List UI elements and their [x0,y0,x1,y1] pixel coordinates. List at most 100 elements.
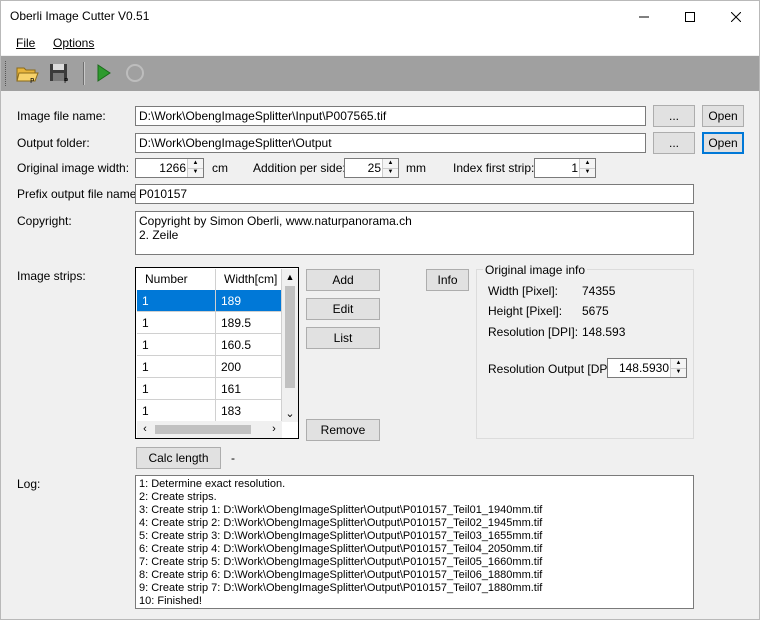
grid-header-width[interactable]: Width[cm] [216,269,282,290]
svg-text:P: P [64,77,68,84]
minimize-button[interactable] [621,1,667,32]
open-folder-icon: P [16,67,39,84]
toolbar-separator [83,62,85,85]
output-folder-input[interactable]: D:\Work\ObengImageSplitter\Output [135,133,646,153]
open-image-button[interactable]: Open [702,105,744,127]
open-file-button[interactable]: P [14,60,40,86]
list-button[interactable]: List [306,327,380,349]
orig-width-spin[interactable]: ▲ ▼ [187,159,203,177]
info-width-value: 74355 [582,284,616,298]
open-output-button[interactable]: Open [702,132,744,154]
close-button[interactable] [713,1,759,32]
cell-number[interactable]: 1 [137,400,216,422]
grid-vertical-scrollbar[interactable]: ▲ ⌄ [282,269,298,422]
log-textarea[interactable]: 1: Determine exact resolution. 2: Create… [135,475,694,609]
cell-width[interactable]: 183 [216,400,282,422]
cell-number[interactable]: 1 [137,356,216,378]
spin-down-icon[interactable]: ▼ [671,368,686,377]
log-line: 8: Create strip 6: D:\Work\ObengImageSpl… [139,569,543,581]
table-row[interactable]: 1 189.5 [137,312,282,334]
index-stepper[interactable]: 1 ▲ ▼ [534,158,596,178]
output-folder-label: Output folder: [17,136,90,150]
calc-length-result: - [231,451,235,465]
browse-image-button[interactable]: ... [653,105,695,127]
toolbar-grip[interactable] [5,61,9,86]
edit-button[interactable]: Edit [306,298,380,320]
log-line: 10: Finished! [139,595,202,607]
prefix-input[interactable]: P010157 [135,184,694,204]
table-row[interactable]: 1 189 [137,290,282,312]
orig-width-label: Original image width: [17,161,130,175]
remove-button[interactable]: Remove [306,419,380,441]
save-button[interactable]: P [47,60,73,86]
menu-options[interactable]: Options [53,36,94,50]
add-button[interactable]: Add [306,269,380,291]
menu-file-label: File [16,36,36,50]
log-line: 1: Determine exact resolution. [139,478,286,490]
calc-length-button[interactable]: Calc length [136,447,221,469]
addition-label: Addition per side: [253,161,346,175]
index-spin[interactable]: ▲ ▼ [579,159,595,177]
grid-horizontal-scrollbar[interactable]: ‹ › [137,421,282,438]
res-output-spin[interactable]: ▲ ▼ [670,359,686,377]
play-icon [97,64,111,82]
log-line: 2: Create strips. [139,491,217,503]
spin-down-icon[interactable]: ▼ [580,168,595,177]
image-file-label: Image file name: [17,109,106,123]
cell-number[interactable]: 1 [137,334,216,356]
table-row[interactable]: 1 160.5 [137,334,282,356]
spin-down-icon[interactable]: ▼ [383,168,398,177]
addition-spin[interactable]: ▲ ▼ [382,159,398,177]
table-row[interactable]: 1 183 [137,400,282,422]
table-row[interactable]: 1 200 [137,356,282,378]
orig-width-stepper[interactable]: 1266 ▲ ▼ [135,158,204,178]
spin-down-icon[interactable]: ▼ [188,168,203,177]
stop-button[interactable] [122,60,148,86]
strips-label: Image strips: [17,269,86,283]
cell-number[interactable]: 1 [137,290,216,312]
info-height-value: 5675 [582,304,609,318]
run-button[interactable] [90,60,116,86]
info-button[interactable]: Info [426,269,469,291]
menu-file[interactable]: File [16,36,35,50]
stop-icon [126,64,144,82]
title-bar: Oberli Image Cutter V0.51 [1,1,759,32]
cell-number[interactable]: 1 [137,378,216,400]
vertical-scroll-thumb[interactable] [285,286,295,388]
table-row[interactable]: 1 161 [137,378,282,400]
grid-header-number[interactable]: Number [137,269,216,290]
info-height-label: Height [Pixel]: [488,304,563,318]
cell-number[interactable]: 1 [137,312,216,334]
toolbar: P P [1,56,759,91]
res-output-stepper[interactable]: 148.5930 ▲ ▼ [607,358,687,378]
chevron-up-icon[interactable]: ▲ [282,269,298,285]
image-info-title: Original image info [483,263,588,277]
maximize-button[interactable] [667,1,713,32]
cell-width[interactable]: 189 [216,290,282,312]
strips-grid[interactable]: Number Width[cm] 1 189 1 189.5 1 160.5 1… [135,267,299,439]
cell-width[interactable]: 189.5 [216,312,282,334]
window-title: Oberli Image Cutter V0.51 [10,9,150,23]
log-line: 6: Create strip 4: D:\Work\ObengImageSpl… [139,543,543,555]
addition-stepper[interactable]: 25 ▲ ▼ [344,158,399,178]
browse-output-button[interactable]: ... [653,132,695,154]
chevron-left-icon[interactable]: ‹ [137,421,153,438]
cell-width[interactable]: 160.5 [216,334,282,356]
cell-width[interactable]: 161 [216,378,282,400]
log-line: 3: Create strip 1: D:\Work\ObengImageSpl… [139,504,543,516]
copyright-textarea[interactable]: Copyright by Simon Oberli, www.naturpano… [135,211,694,255]
cell-width[interactable]: 200 [216,356,282,378]
chevron-right-icon[interactable]: › [266,421,282,438]
info-res-value: 148.593 [582,325,626,339]
svg-text:P: P [30,77,34,84]
grid-header: Number Width[cm] [137,269,282,291]
image-file-input[interactable]: D:\Work\ObengImageSplitter\Input\P007565… [135,106,646,126]
copyright-label: Copyright: [17,214,72,228]
horizontal-scroll-thumb[interactable] [155,425,251,434]
close-icon [731,11,741,22]
res-output-value: 148.5930 [618,361,669,375]
chevron-down-icon[interactable]: ⌄ [282,406,298,422]
maximize-icon [685,11,695,22]
index-label: Index first strip: [453,161,535,175]
menu-options-label: Options [53,36,95,50]
